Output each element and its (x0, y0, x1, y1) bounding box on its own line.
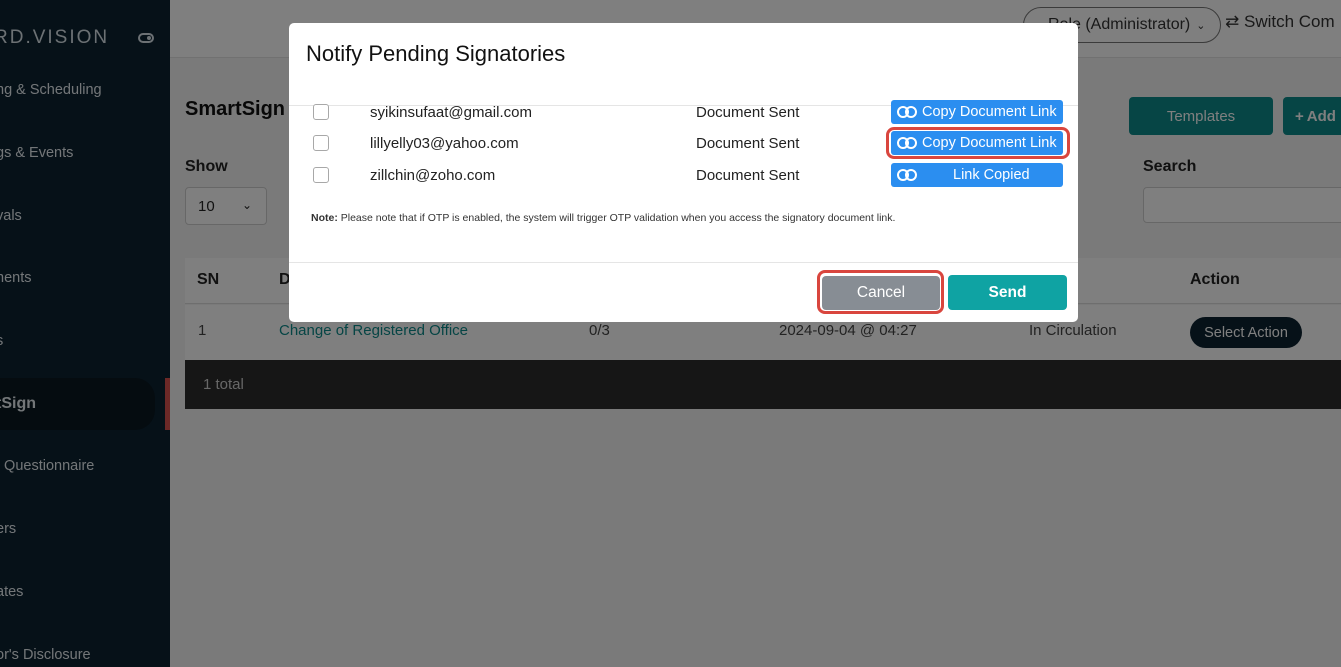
signatory-email: syikinsufaat@gmail.com (370, 104, 532, 121)
signatory-status: Document Sent (696, 135, 800, 152)
link-copied-button[interactable]: Link Copied (891, 163, 1063, 187)
signatory-status: Document Sent (696, 167, 800, 184)
link-icon (897, 169, 917, 181)
signatory-checkbox[interactable] (313, 167, 329, 183)
highlight-cancel (817, 270, 944, 314)
highlight-copy-link (886, 127, 1070, 159)
signatory-checkbox[interactable] (313, 135, 329, 151)
modal-title: Notify Pending Signatories (306, 41, 566, 66)
link-icon (897, 106, 917, 118)
copy-link-button[interactable]: Copy Document Link (891, 100, 1063, 124)
notify-modal: Notify Pending Signatories syikinsufaat@… (289, 23, 1078, 322)
divider (289, 262, 1078, 263)
copy-link-label: Copy Document Link (922, 104, 1057, 120)
link-copied-label: Link Copied (953, 167, 1030, 183)
signatory-row: zillchin@zoho.com Document Sent Link Cop… (289, 163, 1078, 191)
otp-note: Note: Please note that if OTP is enabled… (311, 212, 895, 224)
signatory-checkbox[interactable] (313, 104, 329, 120)
signatory-email: zillchin@zoho.com (370, 167, 496, 184)
send-button[interactable]: Send (948, 275, 1067, 310)
signatory-row: syikinsufaat@gmail.com Document Sent Cop… (289, 100, 1078, 128)
note-text: Please note that if OTP is enabled, the … (337, 212, 896, 224)
signatory-status: Document Sent (696, 104, 800, 121)
note-label: Note: (311, 212, 338, 224)
signatory-email: lillyelly03@yahoo.com (370, 135, 519, 152)
